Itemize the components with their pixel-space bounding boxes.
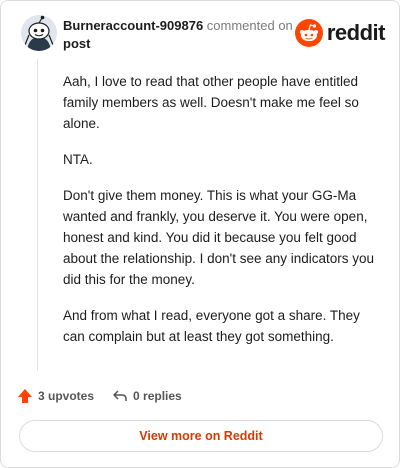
reddit-logo[interactable]: reddit [294, 19, 386, 47]
author-username[interactable]: Burneraccount-909876 [63, 18, 203, 33]
avatar[interactable] [21, 15, 57, 51]
reply-count: 0 replies [133, 389, 182, 403]
comment-header: Burneraccount-909876 commented on post r… [17, 13, 386, 57]
thread-line [37, 59, 38, 371]
avatar-icon [21, 15, 57, 51]
reply-button[interactable]: 0 replies [112, 388, 182, 404]
comment-paragraph: NTA. [63, 152, 93, 167]
comment-body: Aah, I love to read that other people ha… [63, 71, 381, 362]
comment-meta: commented on [206, 18, 293, 33]
author-line: Burneraccount-909876 commented on [63, 17, 293, 34]
view-more-button[interactable]: View more on Reddit [19, 420, 383, 452]
comment-paragraph: And from what I read, everyone got a sha… [63, 308, 360, 344]
reddit-logo-icon [294, 19, 323, 47]
comment-paragraph: Don't give them money. This is what your… [63, 188, 375, 287]
upvote-button[interactable]: 3 upvotes [17, 388, 94, 404]
comment-embed-card: Burneraccount-909876 commented on post r… [0, 0, 400, 468]
upvote-count: 3 upvotes [38, 389, 95, 403]
post-link[interactable]: post [63, 35, 90, 52]
upvote-arrow-icon [18, 389, 32, 403]
reddit-wordmark: reddit [326, 20, 386, 45]
comment-paragraph: Aah, I love to read that other people ha… [63, 74, 359, 131]
reply-arrow-icon [113, 390, 127, 401]
comment-actions: 3 upvotes 0 replies [17, 385, 200, 407]
